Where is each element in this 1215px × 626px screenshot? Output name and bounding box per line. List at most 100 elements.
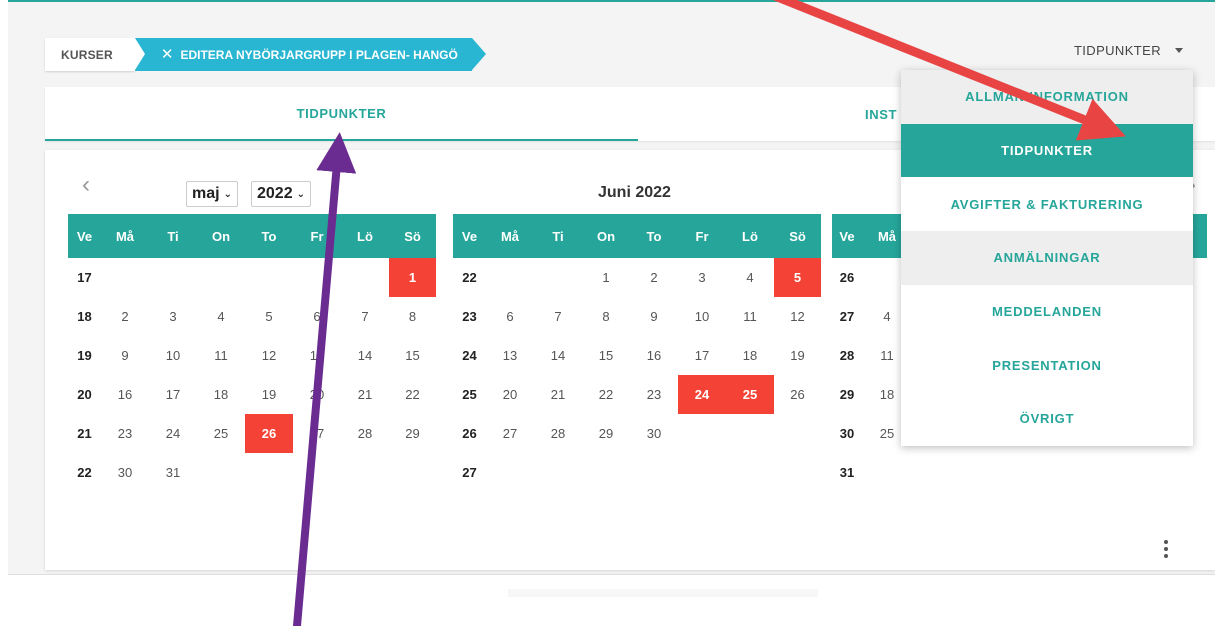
day-cell[interactable]: 26 (774, 375, 821, 414)
menu-item-avgifter[interactable]: AVGIFTER & FAKTURERING (901, 177, 1193, 231)
year-select[interactable]: 2022 ⌄ (251, 181, 311, 207)
day-cell[interactable]: 20 (293, 375, 341, 414)
day-cell (197, 258, 245, 297)
day-cell[interactable]: 23 (630, 375, 678, 414)
day-cell[interactable]: 22 (582, 375, 630, 414)
tab-tidpunkter[interactable]: TIDPUNKTER (45, 87, 638, 141)
day-cell (862, 453, 912, 492)
day-cell[interactable]: 29 (582, 414, 630, 453)
day-cell[interactable]: 1 (389, 258, 436, 297)
day-cell[interactable]: 7 (534, 297, 582, 336)
week-number: 26 (839, 270, 855, 285)
day-cell[interactable]: 4 (197, 297, 245, 336)
more-vert-icon[interactable] (1163, 540, 1169, 558)
day-cell[interactable]: 21 (341, 375, 389, 414)
weekday-header: Ve (68, 214, 101, 258)
day-cell[interactable]: 24 (678, 375, 726, 414)
day-cell[interactable]: 12 (774, 297, 821, 336)
day-cell[interactable]: 26 (245, 414, 293, 453)
day-cell[interactable]: 2 (101, 297, 149, 336)
day-cell[interactable]: 17 (149, 375, 197, 414)
close-icon[interactable]: ✕ (161, 47, 174, 62)
weekday-header: Fr (678, 214, 726, 258)
weekday-header: Ve (832, 214, 862, 258)
day-cell (149, 258, 197, 297)
day-cell[interactable]: 23 (101, 414, 149, 453)
menu-item-label: ÖVRIGT (1019, 411, 1075, 427)
month-select[interactable]: maj ⌄ (186, 181, 238, 207)
week-number: 27 (839, 309, 855, 324)
day-cell[interactable]: 28 (341, 414, 389, 453)
day-cell[interactable]: 5 (774, 258, 821, 297)
weekday-header: Lö (726, 214, 774, 258)
day-cell[interactable]: 12 (245, 336, 293, 375)
day-cell[interactable]: 24 (149, 414, 197, 453)
menu-item-anmalningar[interactable]: ANMÄLNINGAR (901, 231, 1193, 285)
day-cell[interactable]: 14 (534, 336, 582, 375)
day-cell[interactable]: 25 (726, 375, 774, 414)
breadcrumb-kurser[interactable]: KURSER (45, 38, 145, 71)
day-cell[interactable]: 1 (582, 258, 630, 297)
day-cell[interactable]: 17 (678, 336, 726, 375)
day-cell[interactable]: 16 (630, 336, 678, 375)
day-cell[interactable]: 28 (534, 414, 582, 453)
day-cell[interactable]: 15 (389, 336, 436, 375)
day-cell[interactable]: 7 (341, 297, 389, 336)
day-cell[interactable]: 10 (149, 336, 197, 375)
day-cell[interactable]: 19 (245, 375, 293, 414)
day-cell[interactable]: 27 (293, 414, 341, 453)
menu-item-presentation[interactable]: PRESENTATION (901, 338, 1193, 392)
day-cell[interactable]: 18 (726, 336, 774, 375)
breadcrumb-edit-course[interactable]: ✕ EDITERA NYBÖRJARGRUPP I PLAGEN- HANGÖ (132, 38, 486, 71)
day-cell[interactable]: 20 (486, 375, 534, 414)
week-number: 30 (839, 426, 855, 441)
day-cell[interactable]: 5 (245, 297, 293, 336)
day-cell[interactable]: 13 (486, 336, 534, 375)
day-cell[interactable]: 22 (389, 375, 436, 414)
week-number: 31 (839, 465, 855, 480)
weekday-header: Ti (149, 214, 197, 258)
tab-inst-label: INST (865, 106, 898, 122)
day-cell (774, 414, 821, 453)
week-number: 27 (462, 465, 477, 480)
day-cell (293, 453, 341, 492)
day-cell[interactable]: 9 (630, 297, 678, 336)
week-number: 22 (77, 465, 92, 480)
day-cell[interactable]: 8 (389, 297, 436, 336)
day-cell[interactable]: 6 (486, 297, 534, 336)
chevron-left-icon[interactable]: ‹ (82, 173, 90, 197)
day-cell[interactable]: 21 (534, 375, 582, 414)
day-cell (389, 453, 436, 492)
day-cell[interactable]: 11 (197, 336, 245, 375)
menu-item-label: MEDDELANDEN (992, 304, 1102, 320)
day-cell[interactable]: 25 (197, 414, 245, 453)
day-cell[interactable]: 31 (149, 453, 197, 492)
day-cell[interactable]: 14 (341, 336, 389, 375)
day-cell[interactable]: 8 (582, 297, 630, 336)
day-cell[interactable]: 27 (486, 414, 534, 453)
day-cell (962, 453, 1012, 492)
section-dropdown-trigger[interactable]: TIDPUNKTER (1074, 40, 1183, 60)
menu-item-tidpunkter[interactable]: TIDPUNKTER (901, 123, 1193, 178)
day-cell[interactable]: 3 (678, 258, 726, 297)
day-cell[interactable]: 2 (630, 258, 678, 297)
day-cell[interactable]: 16 (101, 375, 149, 414)
day-cell[interactable]: 30 (630, 414, 678, 453)
day-cell[interactable]: 3 (149, 297, 197, 336)
menu-item-ovrigt[interactable]: ÖVRIGT (901, 392, 1193, 446)
day-cell (774, 453, 821, 492)
menu-item-meddelanden[interactable]: MEDDELANDEN (901, 285, 1193, 339)
week-number: 22 (462, 270, 477, 285)
day-cell[interactable]: 9 (101, 336, 149, 375)
day-cell[interactable]: 29 (389, 414, 436, 453)
day-cell[interactable]: 6 (293, 297, 341, 336)
day-cell[interactable]: 4 (726, 258, 774, 297)
day-cell[interactable]: 30 (101, 453, 149, 492)
day-cell[interactable]: 13 (293, 336, 341, 375)
day-cell[interactable]: 19 (774, 336, 821, 375)
day-cell[interactable]: 10 (678, 297, 726, 336)
day-cell[interactable]: 15 (582, 336, 630, 375)
day-cell[interactable]: 11 (726, 297, 774, 336)
menu-item-allman-information[interactable]: ALLMÄN INFORMATION (901, 70, 1193, 124)
day-cell[interactable]: 18 (197, 375, 245, 414)
